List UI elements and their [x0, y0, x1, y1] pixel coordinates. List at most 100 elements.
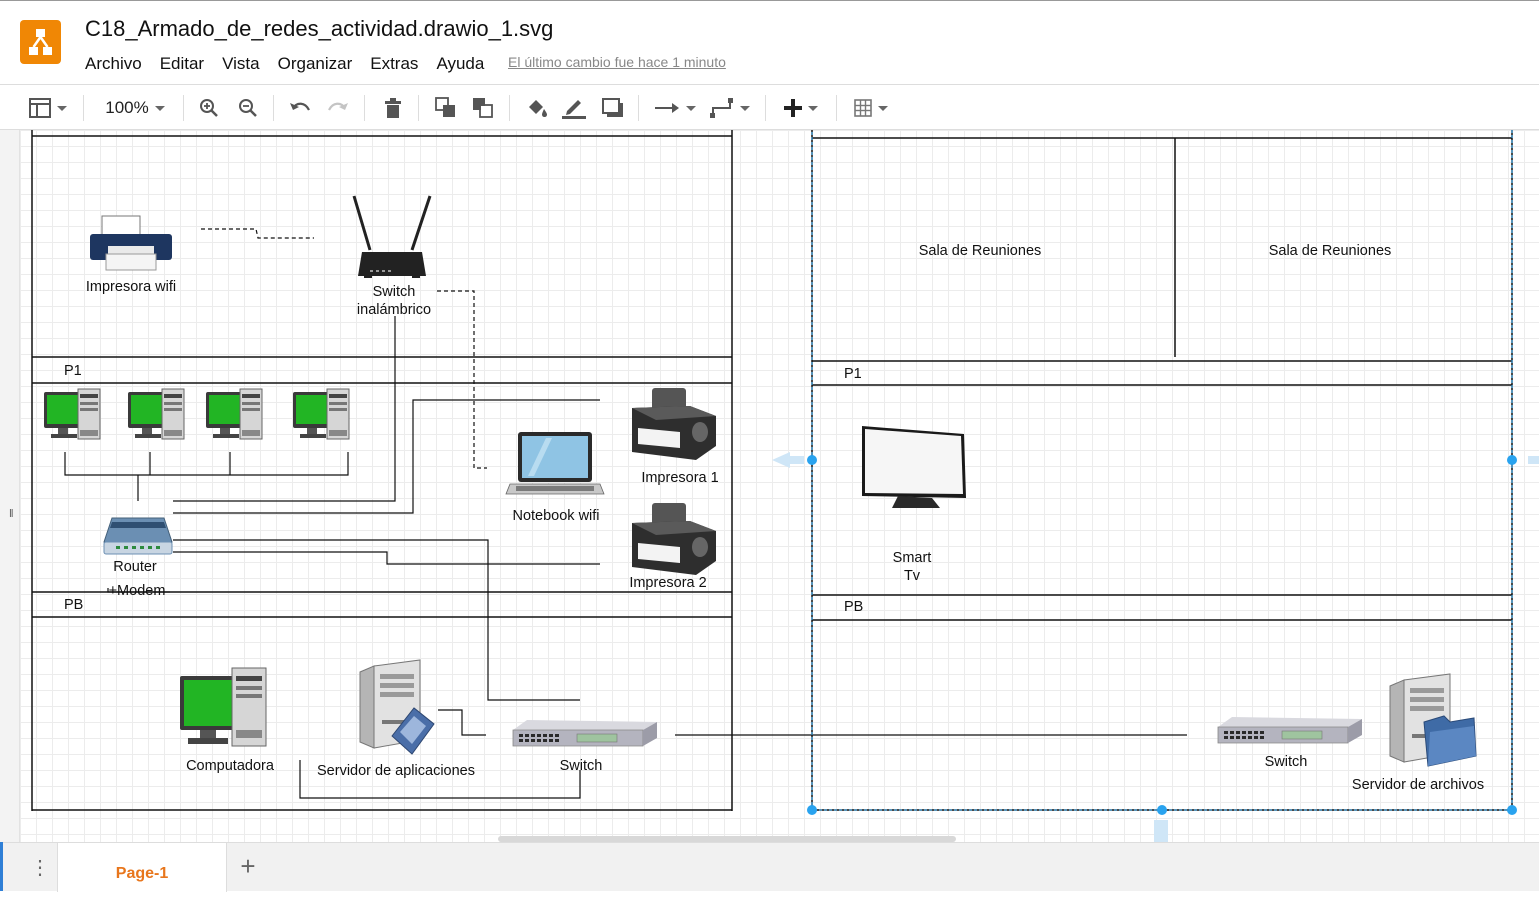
menu-vista[interactable]: Vista: [222, 54, 260, 76]
desktop-pc-icon-3[interactable]: [205, 388, 263, 440]
to-back-button[interactable]: [471, 93, 495, 123]
switch-left-icon[interactable]: [512, 719, 658, 747]
label-switch-right: Switch: [1265, 754, 1308, 770]
zoom-in-button[interactable]: [197, 93, 221, 123]
resize-handle-bottom[interactable]: [1157, 805, 1167, 815]
menu-editar[interactable]: Editar: [160, 54, 204, 76]
chevron-down-icon: [154, 105, 165, 111]
delete-button[interactable]: [381, 93, 405, 123]
insert-button[interactable]: [780, 93, 822, 123]
drawio-logo[interactable]: [20, 20, 61, 64]
arrow-down-icon[interactable]: [1154, 820, 1168, 842]
toolbar-divider: [509, 95, 510, 121]
zoom-select[interactable]: 100%: [100, 93, 170, 123]
to-front-button[interactable]: [434, 93, 458, 123]
zoom-out-button[interactable]: [236, 93, 260, 123]
arrow-left-icon[interactable]: [772, 452, 804, 468]
label-smart-tv-1: Smart: [893, 550, 932, 566]
tab-page-1[interactable]: Page-1: [57, 843, 227, 892]
label-switch-inalambrico-1: Switch: [373, 284, 416, 300]
connection-style-button[interactable]: [653, 93, 697, 123]
document-title[interactable]: C18_Armado_de_redes_actividad.drawio_1.s…: [85, 16, 553, 42]
toolbar-divider: [364, 95, 365, 121]
smart-tv-icon[interactable]: [862, 426, 966, 508]
to-front-icon: [435, 97, 455, 117]
label-router: Router: [113, 559, 157, 575]
toolbar-divider: [765, 95, 766, 121]
table-button[interactable]: [850, 93, 892, 123]
chevron-down-icon: [878, 105, 888, 111]
redo-button[interactable]: [326, 93, 350, 123]
last-change-link[interactable]: El último cambio fue hace 1 minuto: [508, 54, 726, 70]
label-notebook-wifi: Notebook wifi: [512, 508, 599, 524]
resize-grip-icon[interactable]: ǁ: [9, 508, 14, 520]
plus-icon: [784, 99, 802, 117]
label-modem: +Modem: [109, 583, 166, 599]
undo-button[interactable]: [288, 93, 312, 123]
switch-right-icon[interactable]: [1217, 716, 1363, 744]
add-page-button[interactable]: +: [234, 851, 262, 881]
printer-2-icon[interactable]: [632, 503, 716, 575]
desktop-pc-icon-4[interactable]: [292, 388, 350, 440]
shadow-button[interactable]: [600, 93, 626, 123]
label-impresora-2: Impresora 2: [629, 575, 706, 591]
zoom-in-icon: [200, 99, 218, 117]
menu-ayuda[interactable]: Ayuda: [436, 54, 484, 76]
file-server-icon[interactable]: [1389, 673, 1477, 767]
resize-handle-left[interactable]: [807, 455, 817, 465]
label-computadora: Computadora: [186, 758, 275, 774]
line-color-icon: [562, 100, 586, 119]
floor-label-pb-right: PB: [844, 599, 863, 615]
router-modem-icon[interactable]: [103, 517, 173, 555]
label-impresora-1: Impresora 1: [641, 470, 718, 486]
diagram-svg: P1 PB Impresora wifi Switch inalámbrico …: [31, 130, 1539, 842]
toolbar-divider: [273, 95, 274, 121]
toolbar-divider: [83, 95, 84, 121]
floor-label-pb-left: PB: [64, 597, 83, 613]
chevron-down-icon: [686, 105, 696, 111]
line-color-button[interactable]: [561, 93, 587, 123]
computer-icon[interactable]: [180, 667, 267, 747]
toolbar-divider: [638, 95, 639, 121]
fill-color-icon: [529, 100, 547, 117]
printer-1-icon[interactable]: [632, 388, 716, 460]
resize-handle-bottom-left[interactable]: [807, 805, 817, 815]
menu-organizar[interactable]: Organizar: [278, 54, 353, 76]
toolbar-divider: [183, 95, 184, 121]
label-impresora-wifi: Impresora wifi: [86, 279, 176, 295]
menu-extras[interactable]: Extras: [370, 54, 418, 76]
pages-menu-icon[interactable]: ⋮: [30, 853, 50, 883]
desktop-pc-icon-2[interactable]: [127, 388, 185, 440]
format-panel-button[interactable]: [26, 93, 70, 123]
menu-archivo[interactable]: Archivo: [85, 54, 142, 76]
desktop-pc-icon-1[interactable]: [43, 388, 101, 440]
resize-handle-bottom-right[interactable]: [1507, 805, 1517, 815]
chevron-down-icon: [57, 105, 67, 111]
chevron-down-icon: [808, 105, 818, 111]
printer-wifi-icon[interactable]: [90, 215, 172, 271]
chevron-down-icon: [740, 105, 750, 111]
label-sala-reuniones-2: Sala de Reuniones: [1269, 243, 1392, 259]
wireless-switch-icon[interactable]: [352, 195, 432, 278]
to-back-icon: [473, 98, 493, 118]
toolbar-divider: [418, 95, 419, 121]
label-smart-tv-2: Tv: [904, 568, 921, 584]
waypoint-style-button[interactable]: [708, 93, 752, 123]
format-panel-icon: [29, 98, 51, 118]
arrow-right-icon[interactable]: [1528, 456, 1539, 464]
label-switch-inalambrico-2: inalámbrico: [357, 302, 431, 318]
diagram-canvas[interactable]: P1 PB Impresora wifi Switch inalámbrico …: [20, 130, 1539, 842]
page-tabs-bar: ⋮ Page-1 +: [0, 842, 1539, 892]
label-servidor-archivos: Servidor de archivos: [1352, 777, 1484, 793]
shadow-icon: [602, 98, 623, 117]
label-servidor-aplicaciones: Servidor de aplicaciones: [317, 763, 475, 779]
application-server-icon[interactable]: [359, 659, 435, 755]
notebook-icon[interactable]: [505, 432, 605, 495]
window-edge-accent: [0, 842, 3, 891]
resize-handle-right[interactable]: [1507, 455, 1517, 465]
app-header: C18_Armado_de_redes_actividad.drawio_1.s…: [0, 0, 1539, 84]
fill-color-button[interactable]: [524, 93, 550, 123]
delete-icon: [385, 98, 401, 118]
menu-bar: Archivo Editar Vista Organizar Extras Ay…: [85, 54, 502, 76]
sidebar-collapsed-strip[interactable]: ǁ: [0, 130, 20, 842]
